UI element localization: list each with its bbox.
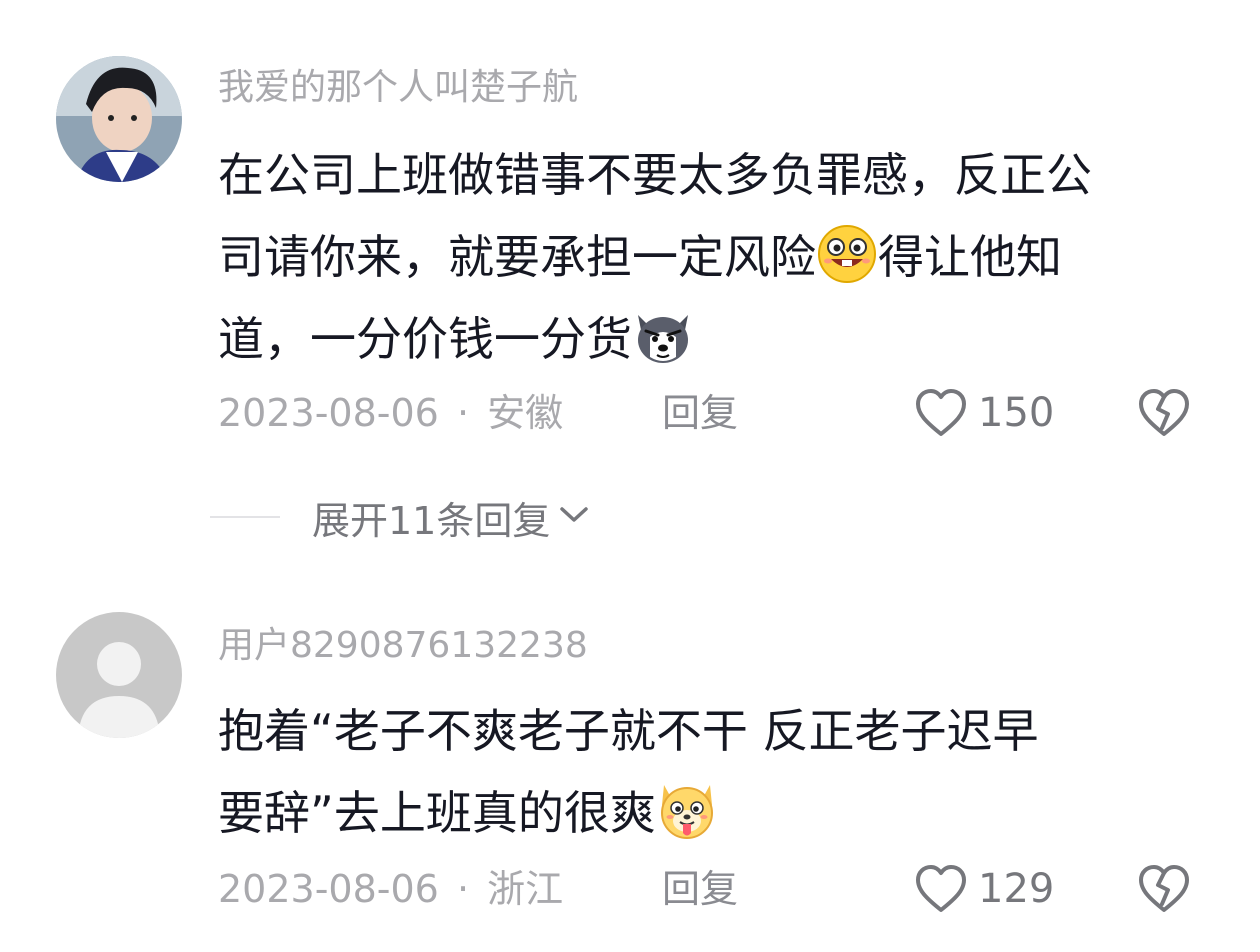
comment-line: 道，一分价钱一分货 <box>218 298 1218 380</box>
comment-text-fragment: 要辞”去上班真的很爽 <box>218 786 656 840</box>
avatar[interactable] <box>56 612 182 738</box>
heart-icon <box>914 388 968 438</box>
comment-text-fragment: 道，一分价钱一分货 <box>218 312 632 366</box>
comment-date: 2023-08-06 <box>218 391 439 435</box>
like-count: 129 <box>978 866 1055 912</box>
comment-text: 抱着“老子不爽老子就不干 反正老子迟早 要辞”去上班真的很爽 <box>218 690 1218 854</box>
comment-line: 要辞”去上班真的很爽 <box>218 772 1218 854</box>
comment-text-fragment: 得让他知 <box>878 230 1062 284</box>
comment-meta: 2023-08-06 · 安徽 <box>218 390 563 436</box>
comment-line: 司请你来，就要承担一定风险 得让他知 <box>218 216 1218 298</box>
comment-location: 浙江 <box>487 867 564 911</box>
comment-line: 抱着“老子不爽老子就不干 反正老子迟早 <box>218 690 1218 772</box>
comment-text-fragment: 司请你来，就要承担一定风险 <box>218 230 816 284</box>
expand-replies-label[interactable]: 展开11条回复 <box>312 490 550 545</box>
chevron-down-icon[interactable] <box>558 505 590 529</box>
like-button[interactable]: 129 <box>914 862 1054 916</box>
reply-button[interactable]: 回复 <box>662 866 738 912</box>
dislike-button[interactable] <box>1136 864 1192 914</box>
tongue-dog-emoji <box>656 779 718 841</box>
like-button[interactable]: 150 <box>914 386 1054 440</box>
comment-username[interactable]: 用户8290876132238 <box>218 624 588 668</box>
comment-location: 安徽 <box>487 391 564 435</box>
like-count: 150 <box>978 390 1055 436</box>
comment-line: 在公司上班做错事不要太多负罪感，反正公 <box>218 134 1218 216</box>
divider <box>210 516 280 518</box>
husky-emoji <box>632 305 694 367</box>
reply-button[interactable]: 回复 <box>662 390 738 436</box>
heart-icon <box>914 864 968 914</box>
broken-heart-icon <box>1136 388 1192 438</box>
comment-username[interactable]: 我爱的那个人叫楚子航 <box>218 66 578 110</box>
comment-meta: 2023-08-06 · 浙江 <box>218 866 563 912</box>
comment-text: 在公司上班做错事不要太多负罪感，反正公 司请你来，就要承担一定风险 得让他知 道… <box>218 134 1218 380</box>
dislike-button[interactable] <box>1136 388 1192 438</box>
broken-heart-icon <box>1136 864 1192 914</box>
meta-separator: · <box>456 391 470 435</box>
grin-emoji <box>816 223 878 285</box>
comment-text-fragment: 在公司上班做错事不要太多负罪感，反正公 <box>218 148 1092 202</box>
comment-text-fragment: 抱着“老子不爽老子就不干 反正老子迟早 <box>218 704 1039 758</box>
comment-date: 2023-08-06 <box>218 867 439 911</box>
meta-separator: · <box>456 867 470 911</box>
avatar[interactable] <box>56 56 182 182</box>
expand-replies[interactable]: 展开11条回复 <box>210 494 590 543</box>
